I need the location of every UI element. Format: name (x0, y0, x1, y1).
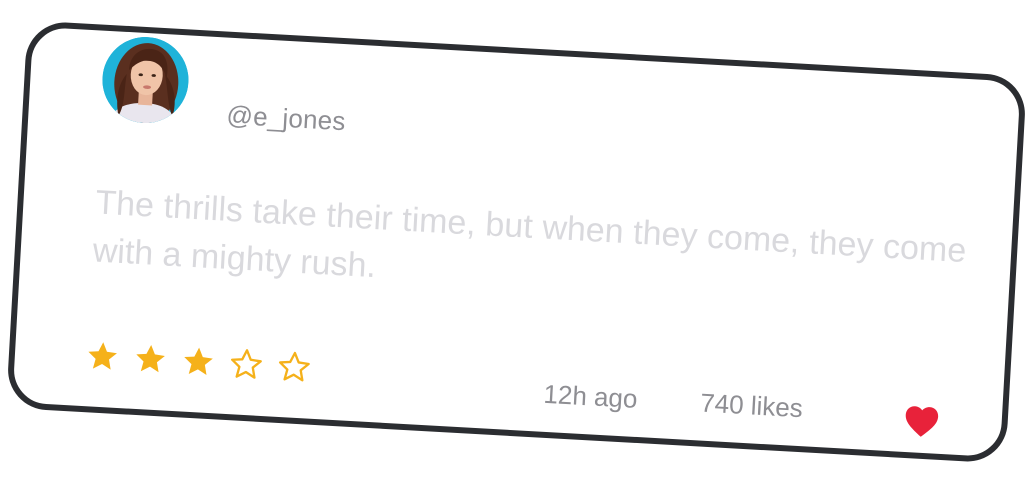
star-empty-icon[interactable] (276, 349, 313, 386)
star-empty-icon[interactable] (228, 346, 265, 383)
star-filled-icon[interactable] (180, 343, 217, 380)
star-filled-icon[interactable] (84, 338, 121, 375)
review-card: @e_jones The thrills take their time, bu… (5, 20, 1028, 464)
avatar[interactable] (100, 34, 191, 126)
timestamp: 12h ago (542, 378, 639, 414)
star-rating[interactable] (84, 338, 313, 386)
heart-icon[interactable] (902, 403, 942, 439)
stage: @e_jones The thrills take their time, bu… (0, 0, 1033, 485)
avatar-photo-icon (100, 34, 191, 126)
username[interactable]: @e_jones (226, 100, 347, 138)
star-filled-icon[interactable] (132, 341, 169, 378)
likes-count: 740 likes (699, 387, 804, 424)
review-text: The thrills take their time, but when th… (91, 183, 968, 286)
